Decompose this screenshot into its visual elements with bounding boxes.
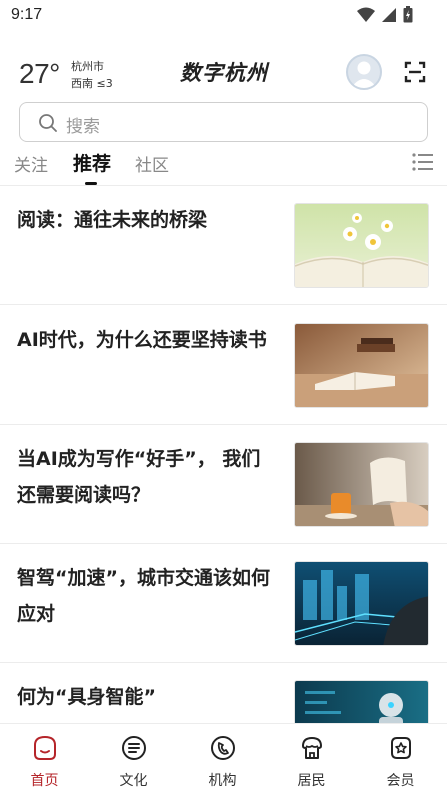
article-title: AI时代，为什么还要坚持读书 [17, 329, 267, 351]
resident-icon [302, 737, 322, 759]
article-feed: 阅读：通往未来的桥梁 AI时代，为什么还要坚持读书 当AI成为写作“好手”， 我… [0, 186, 447, 723]
article-thumbnail [294, 561, 429, 646]
article-item[interactable]: AI时代，为什么还要坚持读书 [0, 306, 447, 425]
nav-institution[interactable]: 机构 [178, 724, 267, 795]
article-title: 智驾“加速”，城市交通该如何应对 [17, 567, 270, 625]
channel-tabs: 关注 推荐 社区 [0, 148, 447, 186]
avatar[interactable] [346, 54, 382, 90]
article-title: 阅读：通往未来的桥梁 [17, 209, 208, 231]
article-title: 何为“具身智能” [17, 686, 156, 708]
article-thumbnail [294, 442, 429, 527]
wifi-icon [357, 7, 375, 22]
weather-city: 杭州市 [71, 60, 104, 73]
scan-icon [404, 61, 426, 83]
nav-label: 会员 [386, 773, 415, 789]
nav-home[interactable]: 首页 [0, 724, 89, 795]
article-item[interactable]: 何为“具身智能” [0, 663, 447, 723]
scan-button[interactable] [403, 60, 427, 84]
user-icon [351, 61, 377, 88]
signal-icon [382, 7, 396, 22]
tab-recommend[interactable]: 推荐 [73, 149, 111, 176]
search-icon [39, 114, 57, 132]
status-icons [357, 6, 413, 23]
article-thumbnail [294, 323, 429, 408]
institution-icon [211, 736, 235, 760]
nav-label: 首页 [30, 773, 59, 789]
channel-menu-button[interactable] [412, 152, 434, 176]
nav-label: 居民 [297, 773, 326, 789]
nav-culture[interactable]: 文化 [89, 724, 178, 795]
battery-icon [403, 6, 413, 23]
weather-temperature: 27° [19, 58, 60, 89]
search-input[interactable]: 搜索 [19, 102, 428, 142]
article-thumbnail [294, 203, 429, 288]
status-bar: 9:17 [0, 0, 447, 32]
nav-label: 机构 [208, 773, 237, 789]
tab-community[interactable]: 社区 [135, 151, 169, 176]
bottom-navigation: 首页 文化 机构 居民 会员 [0, 723, 447, 795]
article-item[interactable]: 智驾“加速”，城市交通该如何应对 [0, 544, 447, 663]
status-time: 9:17 [11, 6, 43, 23]
culture-icon [122, 736, 146, 760]
nav-member[interactable]: 会员 [356, 724, 445, 795]
article-thumbnail [294, 680, 429, 723]
weather-wind: 西南 ≤3 [71, 77, 113, 90]
search-placeholder: 搜索 [66, 117, 100, 137]
top-header: 27° 杭州市 西南 ≤3 数字杭州 [0, 52, 447, 96]
home-icon [34, 735, 56, 760]
nav-resident[interactable]: 居民 [267, 724, 356, 795]
member-icon [391, 737, 411, 759]
list-menu-icon [412, 153, 433, 171]
nav-label: 文化 [119, 773, 148, 789]
app-title-logo: 数字杭州 [180, 60, 268, 85]
tab-follow[interactable]: 关注 [14, 151, 48, 176]
article-item[interactable]: 当AI成为写作“好手”， 我们还需要阅读吗？ [0, 425, 447, 544]
article-title: 当AI成为写作“好手”， 我们还需要阅读吗？ [17, 448, 261, 506]
article-item[interactable]: 阅读：通往未来的桥梁 [0, 186, 447, 305]
